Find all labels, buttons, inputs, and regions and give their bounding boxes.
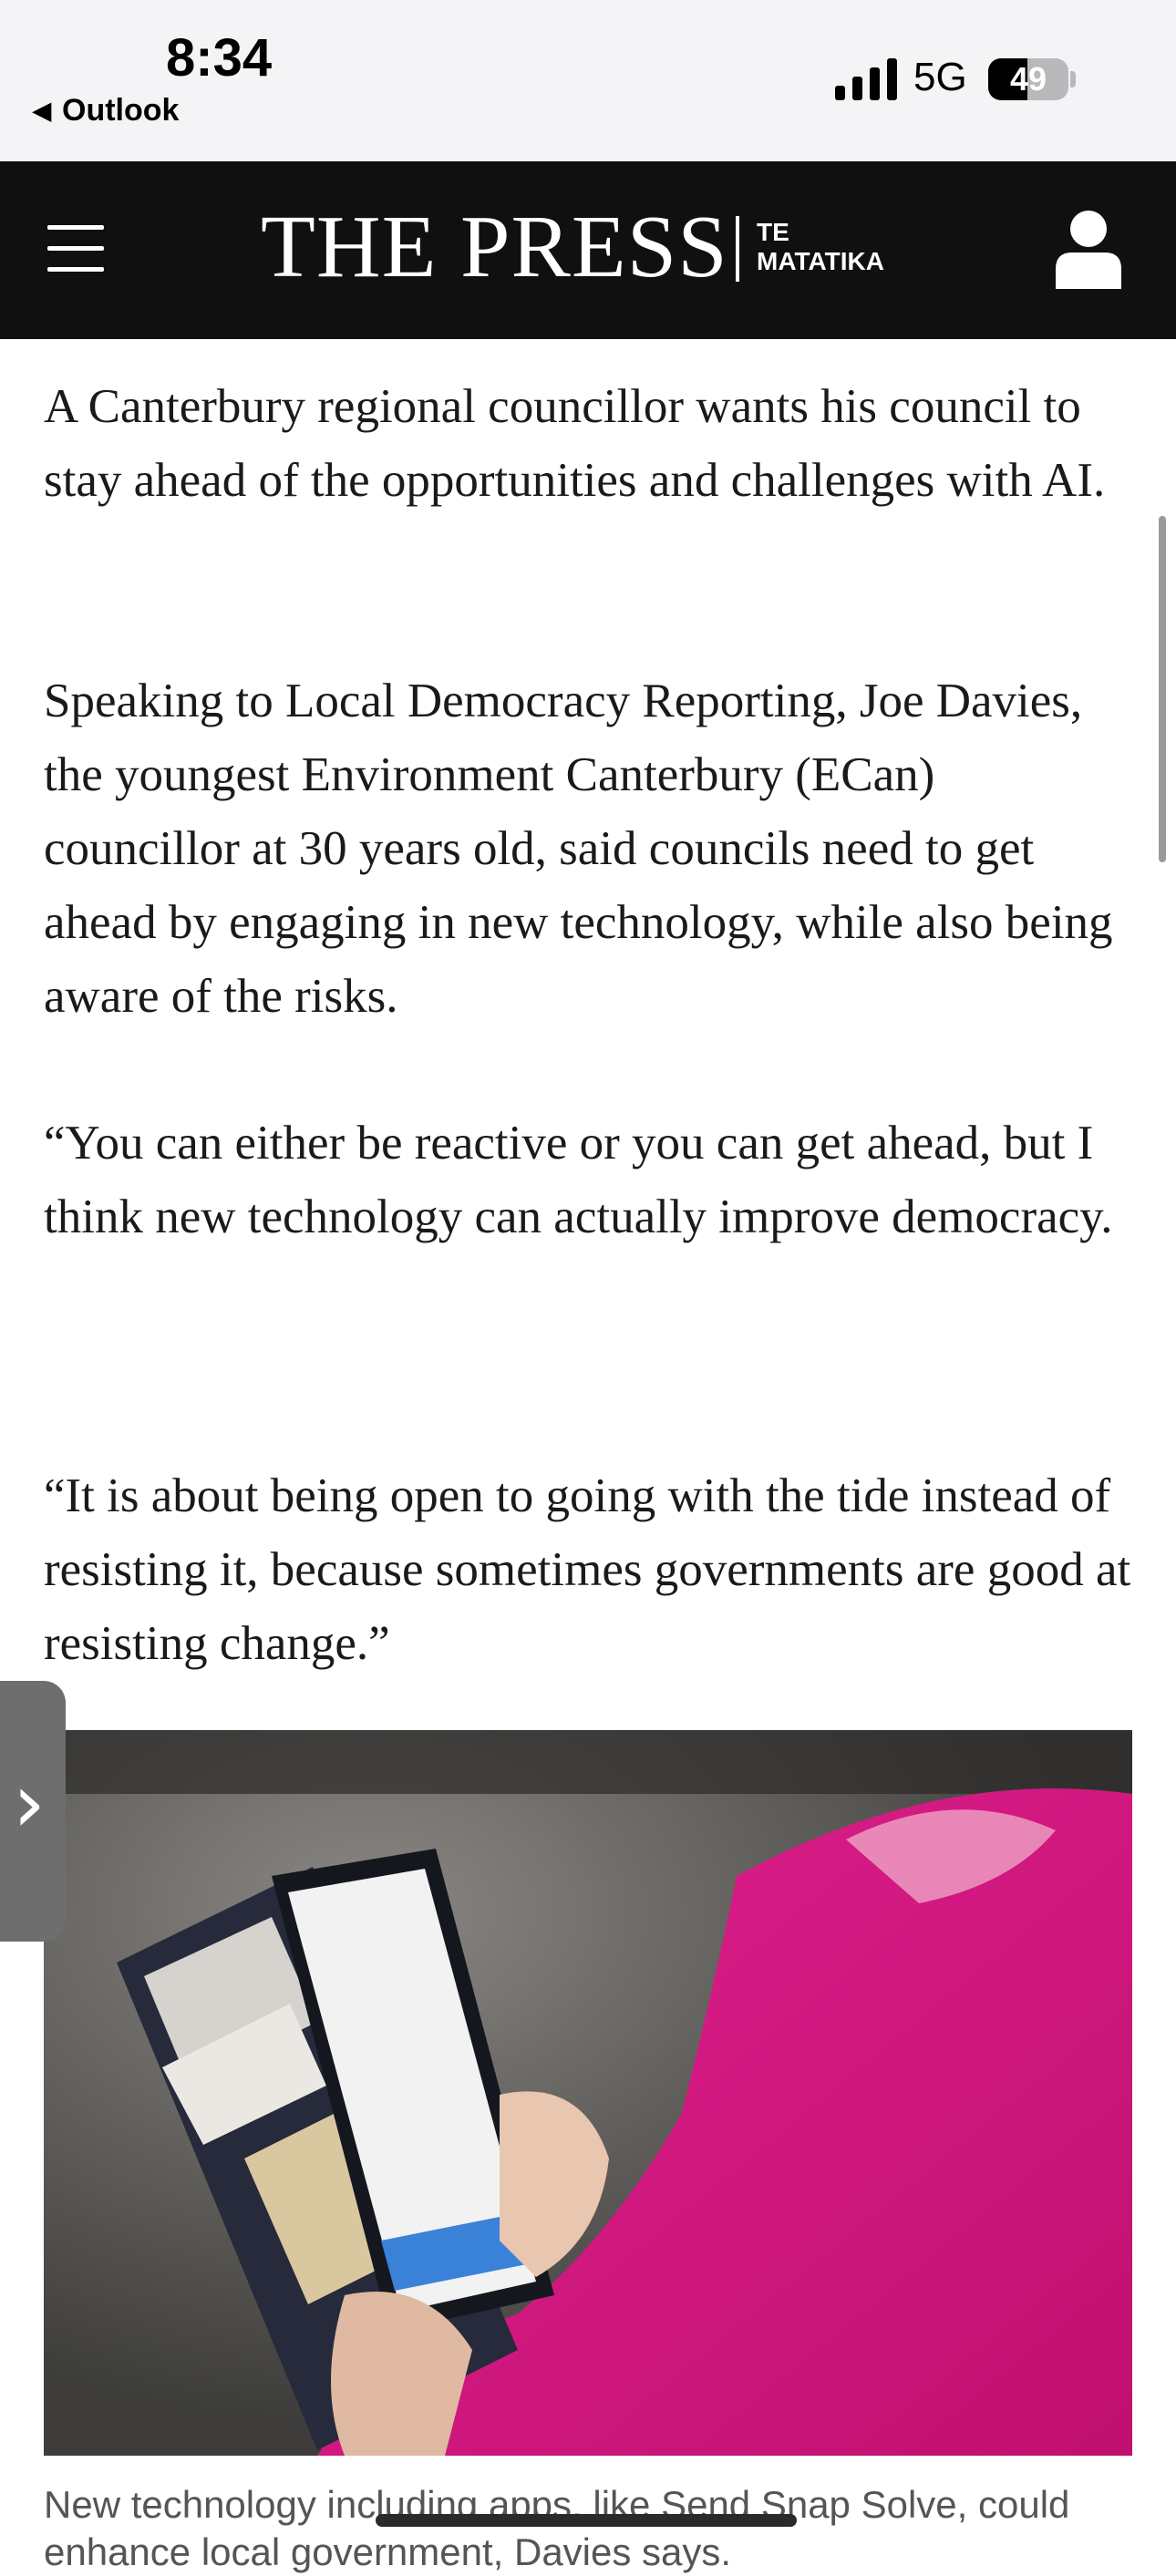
back-to-app-link[interactable]: ◀ Outlook [33,93,179,129]
logo-subtitle: TE MATATIKA [757,218,884,276]
battery-icon: 49 [988,58,1068,100]
status-bar: 8:34 ◀ Outlook 5G 49 [0,0,1176,161]
logo-subtitle-line1: TE [757,218,789,246]
hamburger-menu-icon[interactable] [47,225,104,273]
chevron-right-icon: › [13,1756,46,1851]
user-account-icon[interactable] [1054,209,1123,289]
battery-percent: 49 [1009,60,1047,98]
battery-tip [1070,71,1076,88]
scroll-indicator[interactable] [1159,516,1166,862]
status-time: 8:34 [166,28,273,88]
logo-subtitle-line2: MATATIKA [757,247,884,275]
site-logo[interactable]: THE PRESS [261,196,728,298]
back-triangle-icon: ◀ [33,97,51,124]
logo-divider [736,216,739,282]
article-paragraph: Speaking to Local Democracy Reporting, J… [44,675,1113,1023]
back-app-label: Outlook [62,93,180,128]
article-photo [44,1730,1132,2456]
photo-caption: New technology including apps, like Send… [44,2483,1070,2573]
article-paragraph: A Canterbury regional councillor wants h… [44,380,1106,507]
side-panel-toggle[interactable]: › [0,1681,66,1942]
article-paragraph: “You can either be reactive or you can g… [44,1117,1113,1243]
article-photo-illustration [44,1730,1132,2456]
home-indicator[interactable] [376,2514,797,2527]
network-type: 5G [913,55,967,99]
article-paragraph: “It is about being open to going with th… [44,1469,1131,1670]
cellular-signal-icon [835,58,897,100]
site-header: THE PRESS TE MATATIKA [0,161,1176,339]
